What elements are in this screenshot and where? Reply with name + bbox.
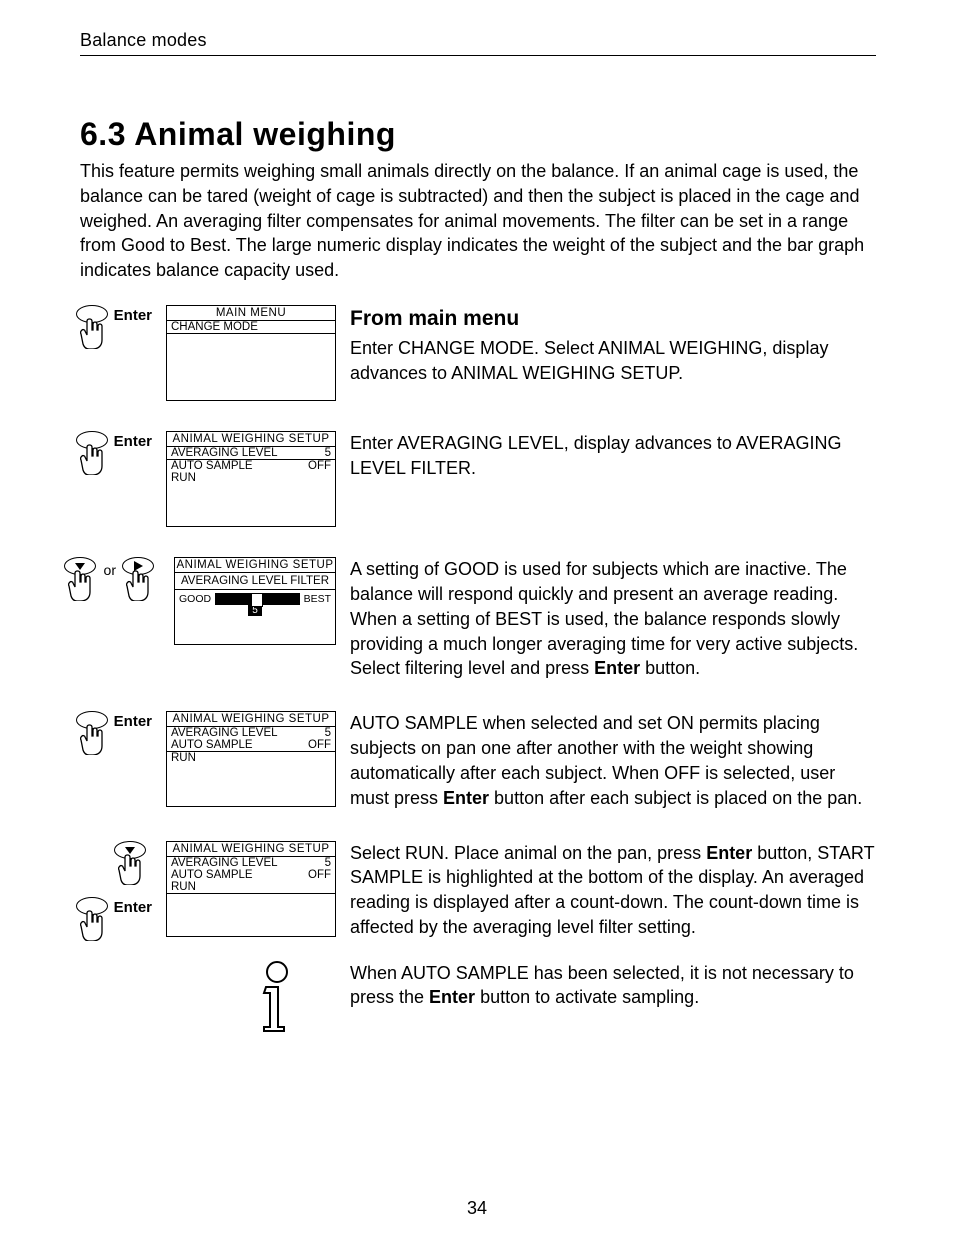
press-right-icon <box>118 557 160 603</box>
enter-label: Enter <box>114 713 152 730</box>
step-row: Enter MAIN MENU CHANGE MODE From main me… <box>80 305 876 401</box>
press-enter-icon <box>72 711 114 757</box>
screen-title: ANIMAL WEIGHING SETUP <box>167 432 335 447</box>
screen-cell: OFF <box>308 460 331 472</box>
step-text: AUTO SAMPLE when selected and set ON per… <box>350 711 876 810</box>
step-text: Enter CHANGE MODE. Select ANIMAL WEIGHIN… <box>350 336 876 386</box>
lcd-screen: ANIMAL WEIGHING SETUP AVERAGING LEVEL FI… <box>174 557 336 645</box>
press-enter-icon <box>72 431 114 477</box>
section-intro: This feature permits weighing small anim… <box>80 159 876 283</box>
slider-max-label: BEST <box>304 593 331 605</box>
running-head: Balance modes <box>80 30 876 56</box>
slider-track <box>215 593 299 605</box>
screen-title: ANIMAL WEIGHING SETUP <box>175 558 335 573</box>
press-down-icon <box>60 557 102 603</box>
screen-cell: AVERAGING LEVEL <box>171 857 278 869</box>
screen-cell: AVERAGING LEVEL <box>171 447 278 459</box>
screen-cell: RUN <box>171 881 196 893</box>
step-text: A setting of GOOD is used for subjects w… <box>350 557 876 681</box>
press-enter-icon <box>72 305 114 351</box>
step-row: Enter ANIMAL WEIGHING SETUP AVERAGING LE… <box>80 841 876 943</box>
screen-line: CHANGE MODE <box>171 321 258 333</box>
screen-cell: 5 <box>325 727 331 739</box>
enter-label: Enter <box>114 307 152 324</box>
step-row: Enter ANIMAL WEIGHING SETUP AVERAGING LE… <box>80 711 876 810</box>
press-enter-icon <box>72 897 114 943</box>
screen-cell: AUTO SAMPLE <box>171 869 253 881</box>
lcd-screen: ANIMAL WEIGHING SETUP AVERAGING LEVEL 5 A… <box>166 841 336 937</box>
screen-title: ANIMAL WEIGHING SETUP <box>167 712 335 727</box>
or-label: or <box>104 562 116 578</box>
screen-title: ANIMAL WEIGHING SETUP <box>167 842 335 857</box>
step-text: Enter AVERAGING LEVEL, display advances … <box>350 431 876 481</box>
enter-label: Enter <box>114 433 152 450</box>
screen-cell: AVERAGING LEVEL <box>171 727 278 739</box>
screen-cell: 5 <box>325 447 331 459</box>
step-text: Select RUN. Place animal on the pan, pre… <box>350 841 876 940</box>
step-heading: From main menu <box>350 305 876 334</box>
screen-subtitle: AVERAGING LEVEL FILTER <box>175 573 335 590</box>
section-heading: 6.3 Animal weighing <box>80 116 876 153</box>
screen-cell: 5 <box>325 857 331 869</box>
lcd-screen: ANIMAL WEIGHING SETUP AVERAGING LEVEL 5 A… <box>166 711 336 807</box>
enter-label: Enter <box>114 899 152 916</box>
lcd-screen: ANIMAL WEIGHING SETUP AVERAGING LEVEL 5 A… <box>166 431 336 527</box>
slider-knob <box>251 593 263 607</box>
screen-cell: AUTO SAMPLE <box>171 739 253 751</box>
screen-cell: RUN <box>171 472 196 484</box>
press-down-icon <box>110 841 152 887</box>
screen-cell: AUTO SAMPLE <box>171 460 253 472</box>
screen-cell: RUN <box>171 752 196 764</box>
page-number: 34 <box>0 1198 954 1219</box>
screen-cell: OFF <box>308 869 331 881</box>
screen-cell: OFF <box>308 739 331 751</box>
slider-min-label: GOOD <box>179 593 211 605</box>
info-icon <box>252 961 300 1037</box>
screen-title: MAIN MENU <box>167 306 335 321</box>
step-row: When AUTO SAMPLE has been selected, it i… <box>80 961 876 1037</box>
step-text: When AUTO SAMPLE has been selected, it i… <box>350 961 876 1011</box>
lcd-screen: MAIN MENU CHANGE MODE <box>166 305 336 401</box>
step-row: or ANIMAL WEIGHING SETUP AVERAGING LEVEL… <box>80 557 876 681</box>
step-row: Enter ANIMAL WEIGHING SETUP AVERAGING LE… <box>80 431 876 527</box>
